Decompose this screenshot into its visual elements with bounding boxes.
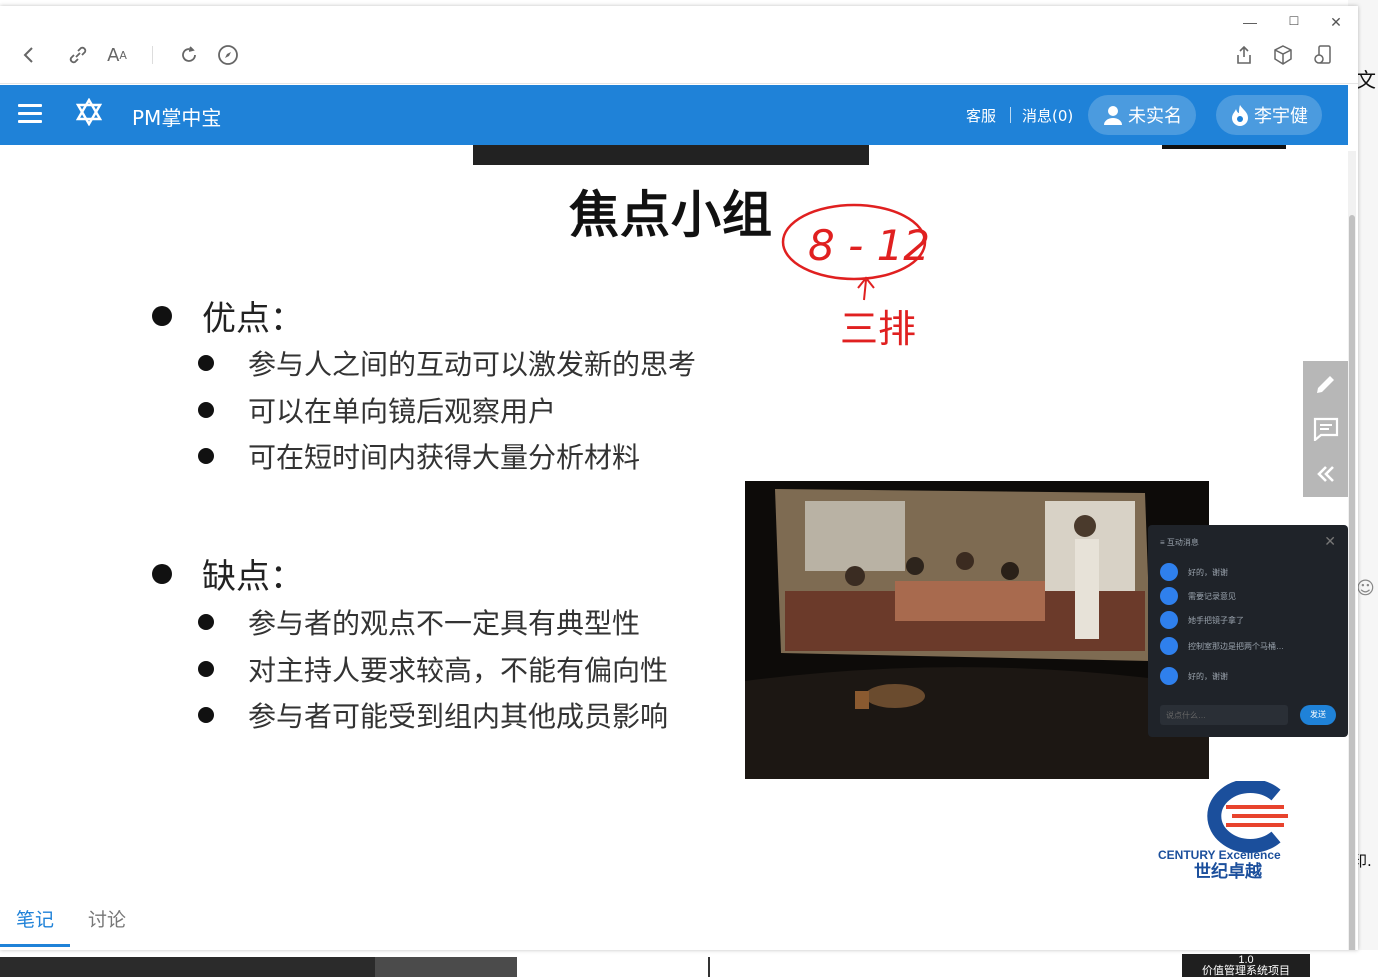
- link-icon[interactable]: [65, 42, 91, 68]
- list-item: 参与人之间的互动可以激发新的思考: [198, 343, 696, 383]
- cons-heading-text: 缺点：: [202, 557, 304, 597]
- title-bar: — ☐ ✕ AA: [0, 6, 1358, 84]
- slide-viewer: 焦点小组 8 - 12 三排 优点： 参与人之间的互动可以激发新的思考 可以在单…: [0, 145, 1348, 897]
- logo-text-cn: 世纪卓越: [1194, 861, 1263, 881]
- user-name: 李宇健: [1254, 106, 1308, 127]
- list-item-text: 参与人之间的互动可以激发新的思考: [248, 348, 697, 381]
- user-icon: [1102, 104, 1124, 126]
- avatar: [1160, 667, 1178, 685]
- logo-text-en: CENTURY Excellence: [1158, 848, 1281, 862]
- font-size-icon[interactable]: AA: [104, 42, 130, 68]
- tab-discuss[interactable]: 讨论: [88, 897, 126, 947]
- list-item-text: 可在短时间内获得大量分析材料: [248, 441, 641, 474]
- scrollbar-thumb[interactable]: [1349, 215, 1355, 950]
- bullet-icon: [198, 707, 214, 723]
- minimize-button[interactable]: —: [1240, 14, 1260, 30]
- list-item-text: 参与者可能受到组内其他成员影响: [248, 700, 669, 733]
- cube-icon[interactable]: [1270, 42, 1296, 68]
- app-title: PM掌中宝: [132, 106, 222, 130]
- background-thumbnail: 1.0 价值管理系统项目: [1182, 954, 1310, 977]
- background-window: [375, 957, 517, 977]
- header-divider: [1010, 107, 1011, 123]
- app-header: PM掌中宝 客服 消息(0) 未实名 李宇健: [0, 85, 1348, 145]
- compass-icon[interactable]: [215, 42, 241, 68]
- pencil-icon[interactable]: [1303, 361, 1348, 406]
- bullet-icon: [198, 661, 214, 677]
- slide-title: 焦点小组: [569, 186, 773, 244]
- bullet-icon: [198, 448, 214, 464]
- avatar: [1160, 563, 1178, 581]
- maximize-button[interactable]: ☐: [1284, 14, 1304, 28]
- avatar: [1160, 611, 1178, 629]
- comment-icon[interactable]: [1303, 406, 1348, 451]
- send-button[interactable]: 发送: [1300, 705, 1336, 725]
- chat-title: ≡ 互动消息: [1160, 538, 1199, 547]
- video-control-strip: [1162, 145, 1286, 149]
- chat-message: 需要记录意见: [1160, 587, 1236, 605]
- chat-message: 好的，谢谢: [1160, 563, 1228, 581]
- video-control-strip: [473, 145, 869, 165]
- background-taskbar: 1.0 价值管理系统项目: [0, 950, 1378, 977]
- bullet-icon: [198, 614, 214, 630]
- bottom-tab-bar: 笔记 讨论: [0, 897, 1348, 950]
- side-toolbar: [1303, 361, 1348, 497]
- verification-label: 未实名: [1128, 106, 1182, 127]
- list-item-text: 参与者的观点不一定具有典型性: [248, 607, 641, 640]
- bullet-icon: [198, 402, 214, 418]
- list-item: 参与者可能受到组内其他成员影响: [198, 695, 668, 735]
- background-divider: [708, 957, 710, 977]
- scrollbar[interactable]: [1348, 151, 1356, 950]
- century-excellence-logo: CENTURY Excellence 世纪卓越: [1156, 779, 1334, 882]
- chat-message: 好的，谢谢: [1160, 667, 1228, 685]
- focus-group-photo: [745, 481, 1209, 779]
- handwritten-annotation: 8 - 12 三排: [778, 200, 938, 355]
- list-item-text: 可以在单向镜后观察用户: [248, 395, 557, 428]
- list-item: 可以在单向镜后观察用户: [198, 390, 556, 430]
- messages-link[interactable]: 消息(0): [1022, 105, 1073, 126]
- bullet-icon: [152, 563, 172, 584]
- background-text: 文: [1356, 68, 1376, 92]
- pros-heading: 优点：: [152, 291, 304, 340]
- tab-notes[interactable]: 笔记: [0, 897, 70, 947]
- list-item: 对主持人要求较高，不能有偏向性: [198, 649, 668, 689]
- thumbnail-line: 价值管理系统项目: [1202, 965, 1290, 977]
- chat-panel: ≡ 互动消息 ✕ 好的，谢谢 需要记录意见 她手把镜子拿了 控制室那边是把两个马…: [1148, 525, 1348, 737]
- avatar: [1160, 587, 1178, 605]
- customer-service-link[interactable]: 客服: [966, 105, 996, 126]
- annotation-subtext: 三排: [840, 307, 916, 350]
- cons-heading: 缺点：: [152, 549, 304, 598]
- flame-icon: [1230, 104, 1250, 126]
- refresh-icon[interactable]: [176, 42, 202, 68]
- chat-message: 控制室那边是把两个马桶…: [1160, 637, 1284, 655]
- background-window: [0, 957, 375, 977]
- background-emoji-icon: ☺: [1356, 578, 1375, 599]
- device-icon[interactable]: [1309, 42, 1335, 68]
- collapse-icon[interactable]: [1303, 451, 1348, 496]
- verification-button[interactable]: 未实名: [1088, 95, 1196, 135]
- menu-icon[interactable]: [18, 104, 42, 124]
- list-item: 参与者的观点不一定具有典型性: [198, 602, 640, 642]
- avatar: [1160, 637, 1178, 655]
- bullet-icon: [198, 355, 214, 371]
- pros-heading-text: 优点：: [202, 299, 304, 339]
- star-of-david-icon[interactable]: [75, 97, 103, 133]
- annotation-text: 8 - 12: [808, 221, 930, 270]
- list-item-text: 对主持人要求较高，不能有偏向性: [248, 654, 669, 687]
- share-icon[interactable]: [1231, 42, 1257, 68]
- app-window: — ☐ ✕ AA PM掌中宝 客服 消息(0) 未实名 李宇健 焦点小组 8 -…: [0, 6, 1358, 950]
- user-profile-button[interactable]: 李宇健: [1216, 95, 1322, 135]
- chat-message: 她手把镜子拿了: [1160, 611, 1244, 629]
- bullet-icon: [152, 305, 172, 326]
- close-icon[interactable]: ✕: [1324, 533, 1336, 550]
- close-button[interactable]: ✕: [1326, 14, 1346, 31]
- toolbar-separator: [152, 46, 153, 64]
- list-item: 可在短时间内获得大量分析材料: [198, 436, 640, 476]
- chat-input[interactable]: 说点什么…: [1160, 705, 1288, 725]
- back-icon[interactable]: [16, 42, 42, 68]
